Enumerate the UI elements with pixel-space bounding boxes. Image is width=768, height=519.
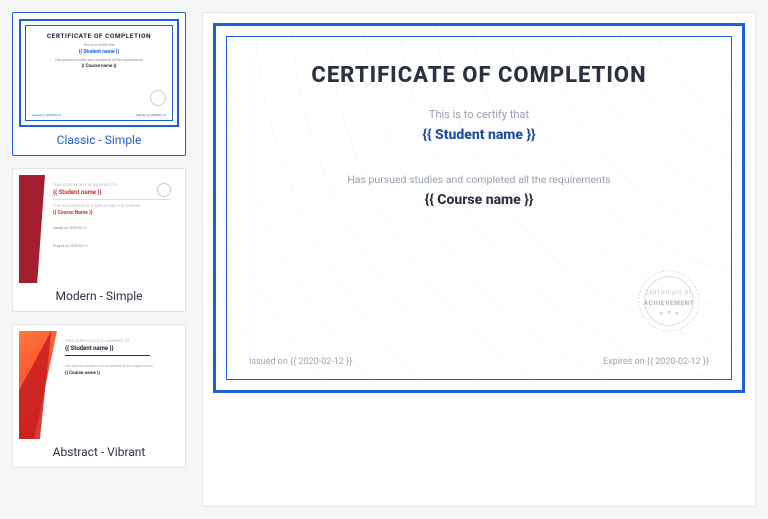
- certificate-student-placeholder: {{ Student name }}: [249, 127, 709, 143]
- thumb-issued: Issued on 2020-02-12: [32, 113, 61, 117]
- thumb-desc: Has pursued studies and completed all th…: [65, 364, 171, 369]
- template-card-modern[interactable]: THIS CERTIFICATE IS AWARDED TO {{ Studen…: [12, 168, 186, 312]
- template-card-abstract[interactable]: THIS CERTIFICATE IS AWARDED TO {{ Studen…: [12, 324, 186, 468]
- certificate-certify-line: This is to certify that: [249, 108, 709, 121]
- stamp-main-text: ACHIEVEMENT: [644, 299, 695, 307]
- thumb-course: {{ Course name }}: [32, 64, 166, 69]
- certificate-preview: CERTIFICATE OF COMPLETION This is to cer…: [213, 23, 745, 393]
- certificate-title: CERTIFICATE OF COMPLETION: [249, 63, 709, 88]
- template-card-classic[interactable]: CERTIFICATE OF COMPLETION This is to cer…: [12, 12, 186, 156]
- thumb-issued: Issued on 2020-02-12: [53, 226, 171, 230]
- template-label-modern: Modern - Simple: [13, 289, 185, 303]
- certificate-expires: Expires on {{ 2020-02-12 }}: [603, 357, 709, 367]
- certificate-footer: Issued on {{ 2020-02-12 }} Expires on {{…: [249, 357, 709, 367]
- thumb-expires: Expires on 2020-02-12: [136, 113, 166, 117]
- thumb-course: {{ Course name }}: [65, 371, 171, 376]
- thumb-completing: FOR SUCCESSFULLY COMPLETING THE COURSE: [53, 204, 171, 208]
- template-thumb-abstract: THIS CERTIFICATE IS AWARDED TO {{ Studen…: [19, 331, 179, 439]
- template-label-abstract: Abstract - Vibrant: [13, 445, 185, 459]
- modern-accent-shape: [19, 175, 45, 283]
- thumb-course: {{ Course Name }}: [53, 210, 171, 216]
- thumb-awarded-to: THIS CERTIFICATE IS AWARDED TO: [65, 339, 171, 343]
- certificate-pursued-line: Has pursued studies and completed all th…: [249, 173, 709, 186]
- thumb-certify: This is to certify that: [32, 43, 166, 47]
- stamp-top-text: CERTIFICATE OF: [646, 291, 693, 297]
- certificate-course-placeholder: {{ Course name }}: [249, 192, 709, 208]
- thumb-expires: Expires on 2020-02-12: [53, 244, 171, 248]
- thumb-pursued: Has pursued studies and completed all th…: [32, 58, 166, 62]
- thumb-title: CERTIFICATE OF COMPLETION: [32, 32, 166, 40]
- thumb-awarded-to: THIS CERTIFICATE IS AWARDED TO: [53, 183, 171, 187]
- template-label-classic: Classic - Simple: [13, 133, 185, 147]
- template-thumb-modern: THIS CERTIFICATE IS AWARDED TO {{ Studen…: [19, 175, 179, 283]
- thumb-student: {{ Student name }}: [32, 49, 166, 55]
- template-thumb-classic: CERTIFICATE OF COMPLETION This is to cer…: [19, 19, 179, 127]
- badge-icon: [157, 183, 171, 197]
- achievement-stamp-icon: [150, 90, 166, 106]
- achievement-stamp-icon: CERTIFICATE OF ACHIEVEMENT: [637, 269, 701, 333]
- certificate-issued: Issued on {{ 2020-02-12 }}: [249, 357, 352, 367]
- thumb-student: {{ Student name }}: [53, 189, 171, 196]
- template-sidebar: CERTIFICATE OF COMPLETION This is to cer…: [12, 12, 186, 507]
- certificate-preview-container: CERTIFICATE OF COMPLETION This is to cer…: [202, 12, 756, 507]
- thumb-student: {{ Student name }}: [65, 345, 171, 352]
